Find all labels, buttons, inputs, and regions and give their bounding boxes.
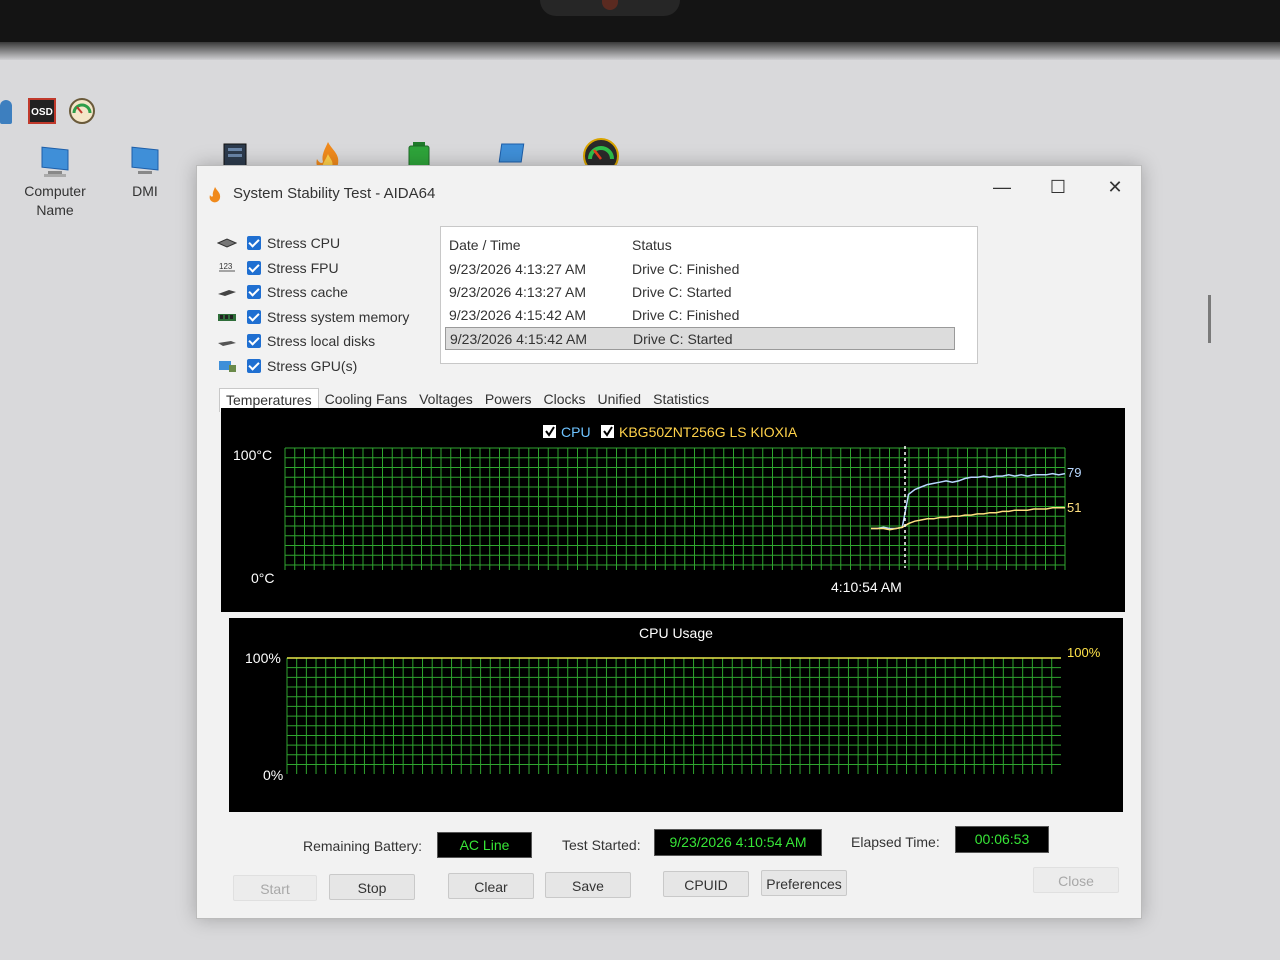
webcam — [540, 0, 680, 16]
stress-memory-option[interactable]: Stress system memory — [217, 305, 427, 330]
memory-icon — [218, 313, 236, 321]
fpu-icon: 123 — [219, 262, 235, 272]
legend-cpu-label: CPU — [561, 424, 591, 440]
column-header-date-time[interactable]: Date / Time — [449, 237, 521, 253]
y-max-label: 100°C — [233, 447, 272, 463]
desktop-icon-computer-name[interactable]: Computer Name — [20, 145, 90, 220]
cpu-icon — [217, 238, 237, 248]
checkbox-icon[interactable] — [247, 236, 261, 251]
log-status: Drive C: Started — [633, 331, 733, 347]
save-button[interactable]: Save — [545, 872, 631, 898]
stress-label: Stress FPU — [267, 259, 339, 276]
close-button[interactable]: Close — [1033, 867, 1119, 893]
log-header: Date / Time Status — [445, 234, 955, 257]
cpu-usage-graph: CPU Usage 100% 0% 100% — [229, 618, 1123, 812]
checkbox-icon[interactable] — [247, 260, 261, 275]
computer-icon — [131, 146, 159, 174]
stress-disks-option[interactable]: Stress local disks — [217, 329, 427, 354]
log-row-selected[interactable]: 9/23/2026 4:15:42 AM Drive C: Started — [445, 327, 955, 350]
disk-end-value: 51 — [1067, 500, 1081, 515]
log-status: Drive C: Finished — [632, 307, 740, 323]
temperature-graph: CPU KBG50ZNT256G LS KIOXIA 100°C 0°C 4:1… — [221, 408, 1125, 612]
cpu-usage-title: CPU Usage — [639, 625, 713, 641]
desktop-icon-dmi[interactable]: DMI — [120, 145, 170, 201]
cache-icon — [218, 290, 236, 297]
checkbox-icon[interactable] — [247, 358, 261, 373]
test-started-label: Test Started: — [562, 837, 641, 853]
close-window-button[interactable]: ✕ — [1092, 172, 1138, 202]
remaining-battery-label: Remaining Battery: — [303, 838, 423, 854]
desktop-icon-label: Computer Name — [24, 183, 86, 218]
log-row[interactable]: 9/23/2026 4:13:27 AM Drive C: Finished — [445, 258, 955, 281]
log-time: 9/23/2026 4:15:42 AM — [450, 331, 587, 347]
laptop-bezel — [0, 0, 1280, 42]
elapsed-time-value: 00:06:53 — [955, 826, 1049, 853]
log-row[interactable]: 9/23/2026 4:13:27 AM Drive C: Started — [445, 281, 955, 304]
checkbox-icon[interactable] — [247, 334, 261, 349]
cpu-usage-chart: CPU Usage 100% 0% 100% — [245, 625, 1101, 783]
preferences-button[interactable]: Preferences — [761, 870, 847, 896]
stress-gpu-option[interactable]: Stress GPU(s) — [217, 354, 427, 379]
stability-test-window: System Stability Test - AIDA64 — ☐ ✕ Str… — [196, 165, 1211, 919]
checkbox-icon[interactable] — [247, 309, 261, 324]
disk-icon — [218, 341, 236, 347]
log-status: Drive C: Finished — [632, 261, 740, 277]
maximize-button[interactable]: ☐ — [1035, 172, 1081, 202]
gauge-icon[interactable] — [68, 97, 96, 125]
stress-label: Stress GPU(s) — [267, 357, 358, 374]
elapsed-time-label: Elapsed Time: — [851, 834, 940, 850]
stress-label: Stress cache — [267, 284, 348, 301]
computer-icon — [41, 146, 69, 177]
screen-edge — [0, 42, 1280, 60]
gpu-icon — [219, 360, 236, 372]
window-title: System Stability Test - AIDA64 — [233, 185, 436, 202]
stress-cpu-option[interactable]: Stress CPU — [217, 231, 427, 256]
svg-text:123: 123 — [219, 262, 233, 271]
log-status: Drive C: Started — [632, 284, 732, 300]
stop-button[interactable]: Stop — [329, 874, 415, 900]
temperature-chart: CPU KBG50ZNT256G LS KIOXIA 100°C 0°C 4:1… — [233, 424, 1081, 595]
log-time: 9/23/2026 4:15:42 AM — [449, 307, 586, 323]
stress-label: Stress local disks — [267, 333, 376, 350]
log-time: 9/23/2026 4:13:27 AM — [449, 261, 586, 277]
minimize-button[interactable]: — — [979, 172, 1025, 202]
remaining-battery-value: AC Line — [437, 832, 532, 858]
cpu-end-value: 79 — [1067, 465, 1081, 480]
stress-options: Stress CPU 123 Stress FPU Stress cache S… — [217, 231, 427, 378]
y-min-label: 0% — [263, 767, 283, 783]
y-min-label: 0°C — [251, 570, 275, 586]
usage-end-value: 100% — [1067, 645, 1101, 660]
stress-fpu-option[interactable]: 123 Stress FPU — [217, 256, 427, 281]
marker-time-label: 4:10:54 AM — [831, 579, 902, 595]
log-scrollbar[interactable] — [1208, 295, 1211, 343]
stress-label: Stress CPU — [267, 235, 341, 252]
stress-cache-option[interactable]: Stress cache — [217, 280, 427, 305]
title-bar[interactable]: System Stability Test - AIDA64 — ☐ ✕ — [197, 166, 1141, 214]
legend-disk-label: KBG50ZNT256G LS KIOXIA — [619, 424, 798, 440]
clear-button[interactable]: Clear — [448, 873, 534, 899]
column-header-status[interactable]: Status — [632, 237, 672, 253]
log-row[interactable]: 9/23/2026 4:15:42 AM Drive C: Finished — [445, 304, 955, 327]
event-log[interactable]: Date / Time Status 9/23/2026 4:13:27 AM … — [440, 226, 1211, 364]
user-icon[interactable] — [0, 100, 12, 124]
flame-icon — [209, 187, 221, 203]
checkbox-icon[interactable] — [247, 285, 261, 300]
test-started-value: 9/23/2026 4:10:54 AM — [654, 829, 822, 856]
log-time: 9/23/2026 4:13:27 AM — [449, 284, 586, 300]
y-max-label: 100% — [245, 650, 281, 666]
stress-label: Stress system memory — [267, 308, 410, 325]
start-button[interactable]: Start — [233, 875, 317, 901]
cpuid-button[interactable]: CPUID — [663, 871, 749, 897]
desktop-icon-label: DMI — [132, 183, 158, 199]
osd-icon[interactable]: OSD — [28, 98, 56, 124]
